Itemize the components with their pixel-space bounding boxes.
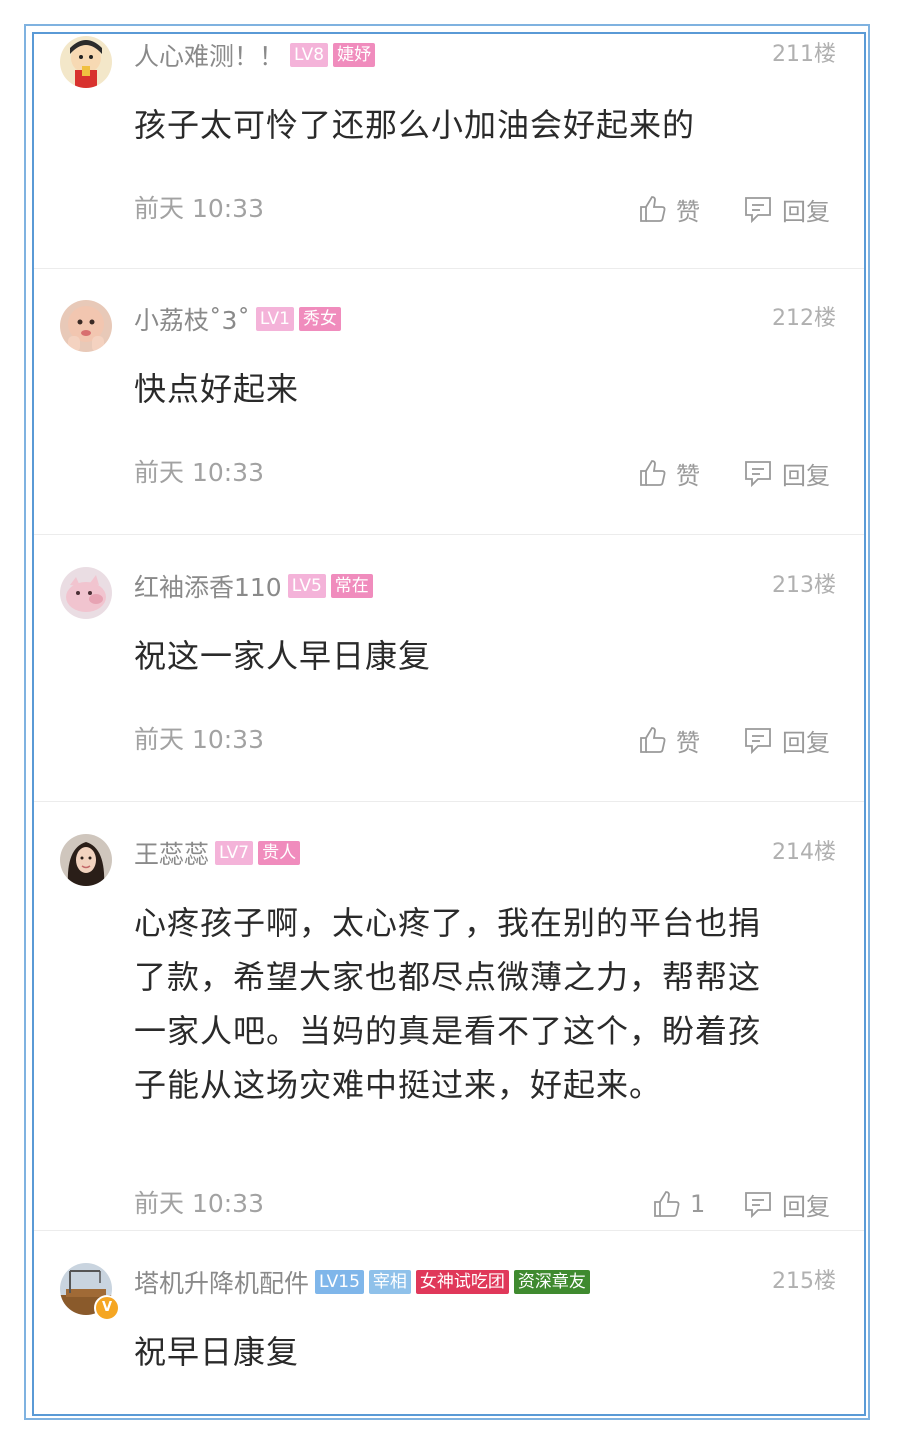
like-button[interactable]: 1 (652, 1187, 705, 1221)
like-label: 赞 (676, 461, 700, 490)
title-badge: 婕妤 (333, 43, 376, 67)
username[interactable]: 小荔枝˚3˚ (134, 301, 250, 337)
floor-number: 214楼 (772, 840, 836, 865)
avatar[interactable] (60, 300, 112, 352)
title-badge: 秀女 (298, 307, 341, 331)
like-button[interactable]: 赞 (638, 192, 700, 226)
like-label: 赞 (676, 728, 700, 757)
username[interactable]: 红袖添香110 (134, 568, 282, 604)
verified-badge-icon: V (94, 1295, 120, 1321)
thumbs-up-icon (640, 727, 666, 753)
divider (34, 801, 864, 802)
comment-list: 人心难测！！ LV8 婕妤 211楼 孩子太可怜了还那么小加油会好起来的 前天 … (32, 32, 866, 1416)
reply-button[interactable]: 回复 (742, 1187, 830, 1221)
like-count: 1 (690, 1190, 706, 1218)
divider (34, 1230, 864, 1231)
timestamp: 前天 10:33 (134, 1189, 264, 1218)
comment-text: 孩子太可怜了还那么小加油会好起来的 (134, 106, 696, 144)
reply-button[interactable]: 回复 (742, 456, 830, 490)
floor-number: 211楼 (772, 42, 836, 67)
floor-number: 213楼 (772, 573, 836, 598)
like-button[interactable]: 赞 (638, 723, 700, 757)
reply-label: 回复 (782, 1192, 830, 1221)
divider (34, 534, 864, 535)
comment-icon (745, 1192, 771, 1219)
comment-text-line: 了款，希望大家也都尽点微薄之力，帮帮这 (134, 958, 762, 996)
level-badge: LV7 (215, 841, 254, 865)
group-badge: 女神试吃团 (415, 1270, 509, 1294)
comment-text: 祝早日康复 (134, 1333, 300, 1371)
comment-text-line: 一家人吧。当妈的真是看不了这个，盼着孩 (134, 1012, 762, 1050)
comment-icon (745, 461, 771, 488)
senior-badge: 资深章友 (513, 1270, 590, 1294)
title-badge: 宰相 (368, 1270, 411, 1294)
level-badge: LV8 (290, 43, 329, 67)
comment-text-line: 子能从这场灾难中挺过来，好起来。 (134, 1066, 663, 1104)
reply-button[interactable]: 回复 (742, 192, 830, 226)
avatar[interactable] (60, 567, 112, 619)
username[interactable]: 人心难测！！ (134, 37, 284, 73)
level-badge: LV5 (287, 574, 326, 598)
thumbs-up-icon (654, 1191, 680, 1217)
reply-button[interactable]: 回复 (742, 723, 830, 757)
like-label: 赞 (676, 197, 700, 226)
name-row: 小荔枝˚3˚ LV1 秀女 (134, 302, 346, 336)
level-badge: LV15 (315, 1270, 364, 1294)
title-badge: 贵人 (258, 841, 301, 865)
divider (34, 268, 864, 269)
floor-number: 215楼 (772, 1269, 836, 1294)
username[interactable]: 王蕊蕊 (134, 835, 209, 871)
name-row: 塔机升降机配件 LV15 宰相 女神试吃团 资深章友 (134, 1265, 595, 1299)
floor-number: 212楼 (772, 306, 836, 331)
avatar[interactable] (60, 36, 112, 88)
reply-label: 回复 (782, 461, 830, 490)
title-badge: 常在 (330, 574, 373, 598)
timestamp: 前天 10:33 (134, 458, 264, 487)
timestamp: 前天 10:33 (134, 194, 264, 223)
level-badge: LV1 (255, 307, 294, 331)
comment-text: 心疼孩子啊，太心疼了，我在别的平台也捐 了款，希望大家也都尽点微薄之力，帮帮这 … (134, 896, 814, 1112)
comment-icon (745, 728, 771, 755)
comment-text: 祝这一家人早日康复 (134, 637, 432, 675)
name-row: 王蕊蕊 LV7 贵人 (134, 836, 305, 870)
avatar[interactable] (60, 834, 112, 886)
like-button[interactable]: 赞 (638, 456, 700, 490)
name-row: 红袖添香110 LV5 常在 (134, 569, 378, 603)
name-row: 人心难测！！ LV8 婕妤 (134, 38, 380, 72)
username[interactable]: 塔机升降机配件 (134, 1264, 309, 1300)
comment-icon (745, 197, 771, 224)
thumbs-up-icon (640, 196, 666, 222)
comment-text: 快点好起来 (134, 370, 300, 408)
comment-text-line: 心疼孩子啊，太心疼了，我在别的平台也捐 (134, 904, 762, 942)
thumbs-up-icon (640, 460, 666, 486)
reply-label: 回复 (782, 197, 830, 226)
timestamp: 前天 10:33 (134, 725, 264, 754)
reply-label: 回复 (782, 728, 830, 757)
